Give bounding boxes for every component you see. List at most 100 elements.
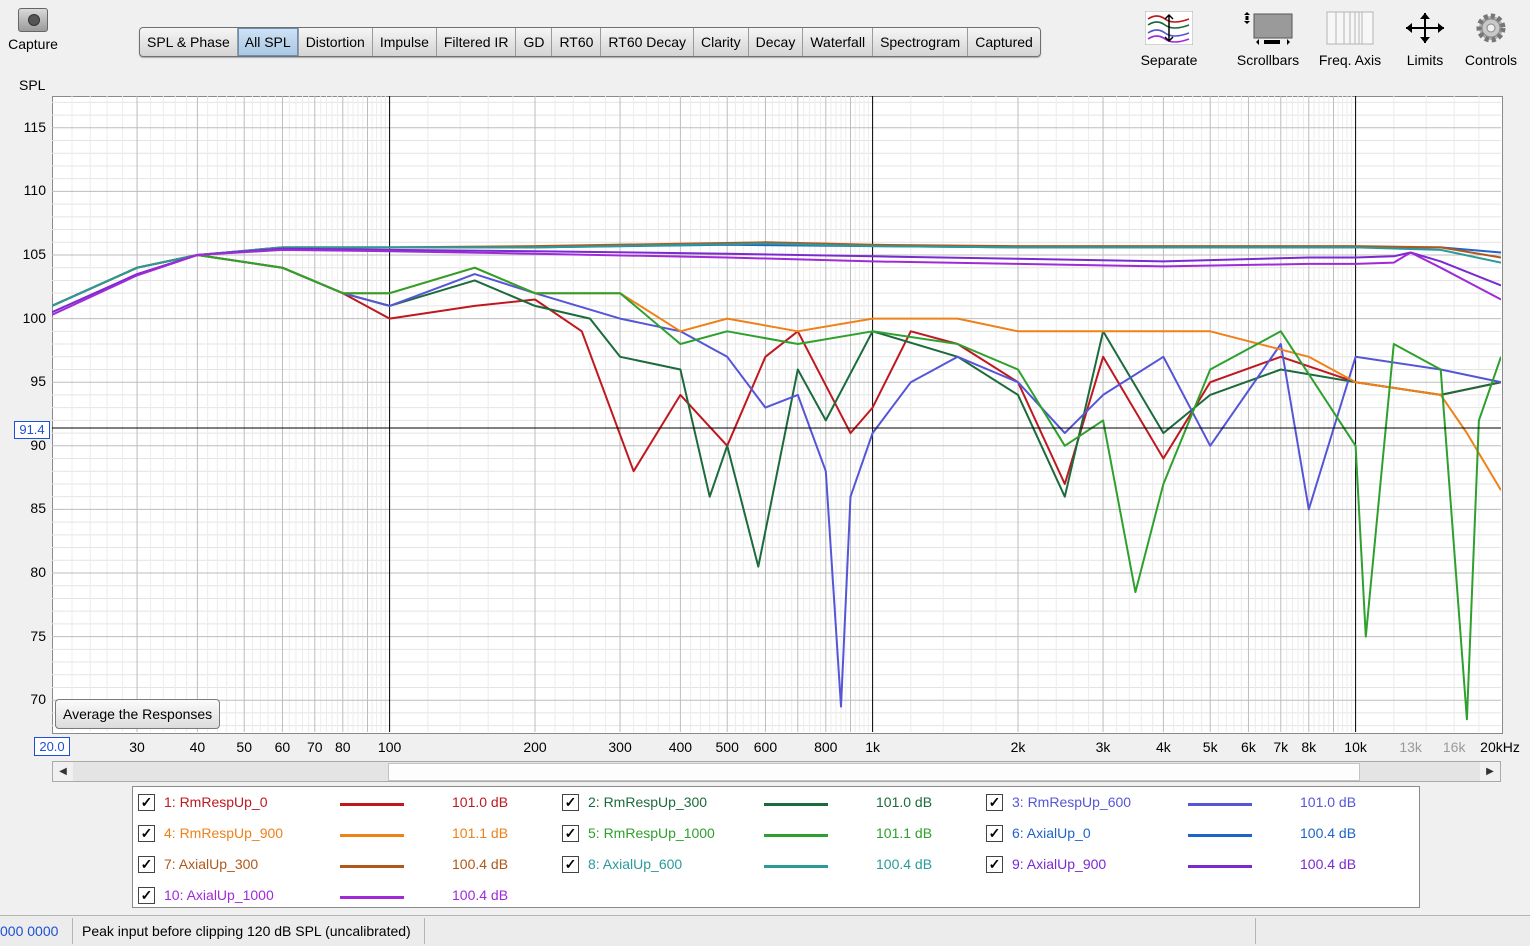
legend-swatch bbox=[764, 865, 828, 868]
legend-label: 4: RmRespUp_900 bbox=[164, 825, 284, 841]
x-tick-label: 50 bbox=[236, 739, 252, 755]
tab-impulse[interactable]: Impulse bbox=[373, 28, 437, 56]
x-tick-label: 600 bbox=[753, 739, 778, 755]
tab-decay[interactable]: Decay bbox=[749, 28, 804, 56]
legend-checkbox[interactable]: ✓ bbox=[986, 794, 1003, 811]
legend-label: 2: RmRespUp_300 bbox=[588, 794, 708, 810]
scroll-right-icon[interactable]: ▶ bbox=[1480, 762, 1500, 781]
legend-label: 3: RmRespUp_600 bbox=[1012, 794, 1132, 810]
tab-clarity[interactable]: Clarity bbox=[694, 28, 749, 56]
x-tick-label: 70 bbox=[306, 739, 323, 755]
limits-icon bbox=[1398, 8, 1452, 48]
legend-swatch bbox=[340, 803, 404, 806]
legend-value: 101.0 dB bbox=[876, 794, 933, 810]
legend-label: 7: AxialUp_300 bbox=[164, 856, 259, 872]
x-tick-label: 2k bbox=[1010, 739, 1026, 755]
tab-rt60[interactable]: RT60 bbox=[552, 28, 602, 56]
x-tick-label: 7k bbox=[1273, 739, 1289, 755]
legend-item: ✓ 8: AxialUp_600 100.4 dB bbox=[562, 852, 962, 876]
tab-spectrogram[interactable]: Spectrogram bbox=[873, 28, 969, 56]
legend-swatch bbox=[1188, 803, 1252, 806]
legend-label: 1: RmRespUp_0 bbox=[164, 794, 268, 810]
y-axis-label: SPL bbox=[19, 77, 46, 93]
status-message: Peak input before clipping 120 dB SPL (u… bbox=[82, 923, 411, 939]
legend-item: ✓ 9: AxialUp_900 100.4 dB bbox=[986, 852, 1386, 876]
y-tick-label: 80 bbox=[30, 564, 46, 580]
legend-value: 100.4 dB bbox=[1300, 856, 1357, 872]
separate-button[interactable]: Separate bbox=[1136, 8, 1202, 68]
legend-label: 6: AxialUp_0 bbox=[1012, 825, 1091, 841]
cursor-y-readout[interactable]: 91.4 bbox=[14, 421, 50, 439]
average-responses-button[interactable]: Average the Responses bbox=[55, 699, 221, 729]
scroll-thumb[interactable] bbox=[388, 763, 1360, 781]
scroll-left-icon[interactable]: ◀ bbox=[53, 762, 73, 781]
controls-button[interactable]: Controls bbox=[1460, 8, 1522, 68]
legend-value: 101.0 dB bbox=[1300, 794, 1357, 810]
controls-label: Controls bbox=[1464, 52, 1518, 68]
spl-chart bbox=[52, 96, 1501, 732]
x-tick-label: 40 bbox=[189, 739, 206, 755]
camera-icon bbox=[18, 8, 48, 32]
legend-swatch bbox=[764, 803, 828, 806]
freq-axis-icon bbox=[1314, 8, 1386, 48]
tab-gd[interactable]: GD bbox=[516, 28, 553, 56]
tab-spl-phase[interactable]: SPL & Phase bbox=[140, 28, 238, 56]
x-tick-label: 400 bbox=[668, 739, 693, 755]
capture-label: Capture bbox=[8, 36, 58, 52]
y-tick-label: 100 bbox=[22, 309, 46, 326]
legend-swatch bbox=[340, 865, 404, 868]
limits-button[interactable]: Limits bbox=[1398, 8, 1452, 68]
legend-swatch bbox=[340, 834, 404, 837]
legend-checkbox[interactable]: ✓ bbox=[986, 825, 1003, 842]
legend-value: 100.4 dB bbox=[452, 856, 509, 872]
legend-label: 10: AxialUp_1000 bbox=[164, 887, 274, 903]
x-tick-label: 6k bbox=[1241, 739, 1256, 755]
legend-value: 100.4 dB bbox=[452, 887, 509, 903]
tab-captured[interactable]: Captured bbox=[968, 28, 1040, 56]
separate-icon bbox=[1136, 8, 1202, 48]
freq-axis-button[interactable]: Freq. Axis bbox=[1314, 8, 1386, 68]
legend-value: 100.4 dB bbox=[1300, 825, 1357, 841]
legend-value: 101.1 dB bbox=[876, 825, 933, 841]
legend-item: ✓ 10: AxialUp_1000 100.4 dB bbox=[138, 883, 538, 907]
series-line-2 bbox=[52, 254, 1501, 568]
tab-rt60-decay[interactable]: RT60 Decay bbox=[601, 28, 694, 56]
tab-all-spl[interactable]: All SPL bbox=[237, 28, 299, 56]
capture-button[interactable]: Capture bbox=[4, 8, 62, 52]
cursor-x-readout[interactable]: 20.0 bbox=[34, 737, 70, 756]
y-tick-label: 70 bbox=[30, 691, 46, 708]
series-line-8 bbox=[52, 242, 1501, 307]
tab-waterfall[interactable]: Waterfall bbox=[803, 28, 874, 56]
legend-item: ✓ 1: RmRespUp_0 101.0 dB bbox=[138, 790, 538, 814]
legend-swatch bbox=[340, 896, 404, 899]
horizontal-scrollbar[interactable]: ◀ ▶ bbox=[52, 761, 1501, 782]
x-tick-label: 5k bbox=[1202, 739, 1218, 755]
status-counter: 000 0000 bbox=[0, 923, 59, 939]
legend-swatch bbox=[764, 834, 828, 837]
y-tick-label: 105 bbox=[22, 246, 46, 262]
legend-checkbox[interactable]: ✓ bbox=[562, 825, 579, 842]
legend-checkbox[interactable]: ✓ bbox=[986, 856, 1003, 873]
tab-filtered-ir[interactable]: Filtered IR bbox=[437, 28, 517, 56]
legend-checkbox[interactable]: ✓ bbox=[562, 856, 579, 873]
x-tick-label: 200 bbox=[523, 739, 547, 755]
legend-checkbox[interactable]: ✓ bbox=[138, 825, 155, 842]
legend-item: ✓ 7: AxialUp_300 100.4 dB bbox=[138, 852, 538, 876]
series-line-10 bbox=[52, 248, 1501, 316]
legend-checkbox[interactable]: ✓ bbox=[562, 794, 579, 811]
legend-label: 8: AxialUp_600 bbox=[588, 856, 683, 872]
x-tick-label: 13k bbox=[1399, 739, 1422, 755]
y-tick-label: 85 bbox=[30, 500, 46, 517]
x-tick-label: 16k bbox=[1442, 739, 1466, 755]
legend-panel: ✓ 1: RmRespUp_0 101.0 dB ✓ 2: RmRespUp_300 10… bbox=[132, 786, 1420, 908]
tab-distortion[interactable]: Distortion bbox=[299, 28, 373, 56]
legend-label: 5: RmRespUp_1000 bbox=[588, 825, 715, 841]
legend-checkbox[interactable]: ✓ bbox=[138, 856, 155, 873]
scrollbars-button[interactable]: Scrollbars bbox=[1232, 8, 1304, 68]
legend-checkbox[interactable]: ✓ bbox=[138, 794, 155, 811]
x-tick-label: 8k bbox=[1301, 739, 1317, 755]
legend-item: ✓ 2: RmRespUp_300 101.0 dB bbox=[562, 790, 962, 814]
y-tick-label: 95 bbox=[30, 373, 46, 390]
x-tick-label: 30 bbox=[129, 739, 145, 755]
legend-checkbox[interactable]: ✓ bbox=[138, 887, 155, 904]
